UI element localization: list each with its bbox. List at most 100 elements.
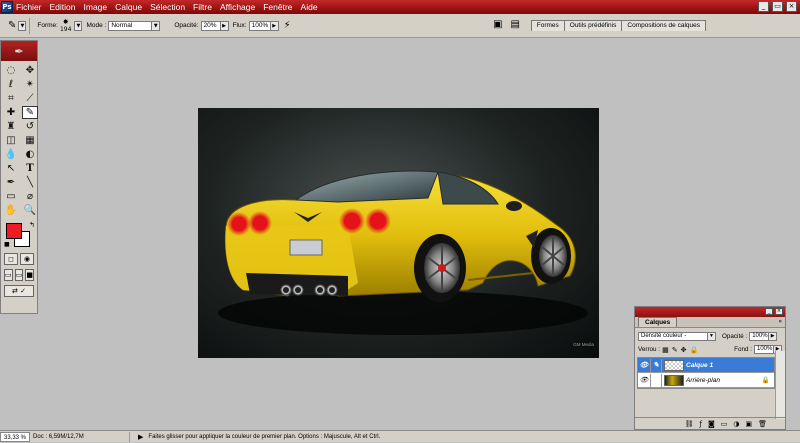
file-browser-icon[interactable]: ▣	[493, 19, 502, 30]
blur-icon[interactable]: 💧	[3, 148, 19, 161]
screen-mode-full-icon[interactable]: ■	[25, 269, 35, 281]
eyedropper-icon[interactable]: ⌀	[22, 190, 38, 203]
opacity-field[interactable]: 20% ▶	[200, 20, 229, 31]
menu-affichage[interactable]: Affichage	[220, 2, 255, 12]
tab-outils-predefinis[interactable]: Outils prédéfinis	[563, 20, 623, 31]
adjustment-layer-icon[interactable]: ◑	[733, 420, 739, 428]
layer-arriere-plan[interactable]: 👁 Arrière-plan 🔒	[638, 373, 774, 388]
layer-opacity-label: Opacité :	[722, 333, 748, 340]
eraser-icon[interactable]: ◫	[3, 134, 19, 147]
lock-transparency-icon[interactable]: ▦	[662, 346, 669, 354]
palette-well-icon[interactable]: ▤	[511, 19, 520, 30]
menu-filtre[interactable]: Filtre	[193, 2, 212, 12]
document-canvas[interactable]: GM Media	[198, 108, 599, 358]
brush-tool-icon[interactable]: ✎	[8, 20, 16, 31]
blend-mode-value: Densité couleur -	[638, 332, 708, 341]
layer-thumbnail	[664, 359, 684, 371]
brush-dropdown[interactable]: ▼	[74, 20, 83, 31]
menu-image[interactable]: Image	[84, 2, 108, 12]
layer-opacity-value[interactable]: 100%	[749, 332, 770, 341]
tab-calques[interactable]: Calques	[638, 317, 678, 327]
panel-menu-icon[interactable]: »	[778, 317, 782, 327]
photoshop-icon[interactable]: Ps	[1, 1, 13, 13]
history-brush-icon[interactable]: ↺	[22, 120, 38, 133]
layer-name: Arrière-plan	[686, 376, 720, 384]
type-icon[interactable]: T	[22, 162, 38, 175]
zoom-level[interactable]: 33,33 %	[0, 431, 31, 442]
eye-icon[interactable]: 👁	[638, 376, 650, 384]
layers-panel-titlebar[interactable]: × _	[635, 307, 785, 317]
notes-icon[interactable]: ▭	[3, 190, 19, 203]
layer-calque-1[interactable]: 👁 ✎ Calque 1	[638, 358, 774, 373]
zoom-icon[interactable]: 🔍	[22, 204, 38, 217]
layer-mask-icon[interactable]: ◙	[708, 420, 715, 428]
default-colors-icon[interactable]: ■	[4, 241, 10, 248]
menu-fenetre[interactable]: Fenêtre	[263, 2, 292, 12]
feather-logo-icon: ✒	[14, 44, 24, 58]
panel-minimize-icon[interactable]: _	[765, 308, 773, 315]
foreground-color-swatch[interactable]	[6, 223, 22, 239]
layers-list: 👁 ✎ Calque 1 👁 Arrière-plan 🔒	[637, 357, 775, 389]
link-layers-icon[interactable]: ⛓	[685, 420, 694, 428]
jump-to-imageready-icon[interactable]: ⇄ ✓	[4, 285, 34, 297]
lock-pixels-icon[interactable]: ✎	[672, 346, 678, 354]
move-icon[interactable]: ✥	[22, 64, 38, 77]
menu-aide[interactable]: Aide	[301, 2, 318, 12]
line-icon[interactable]: ╲	[22, 176, 38, 189]
flux-field[interactable]: 100% ▶	[248, 20, 279, 31]
close-button[interactable]: ×	[786, 1, 797, 12]
tab-formes[interactable]: Formes	[530, 20, 565, 31]
stamp-icon[interactable]: ♜	[3, 120, 19, 133]
healing-icon[interactable]: ✚	[3, 106, 19, 119]
pen-icon[interactable]: ✒	[3, 176, 19, 189]
new-layer-icon[interactable]: ▣	[745, 420, 752, 428]
tool-preset-dropdown[interactable]: ▼	[18, 20, 27, 31]
dodge-icon[interactable]: ◐	[22, 148, 38, 161]
brush-icon[interactable]: ✎	[22, 106, 38, 119]
screen-mode-standard-icon[interactable]: ▭	[4, 269, 13, 281]
blend-mode-select[interactable]: Densité couleur - ▼	[638, 332, 716, 341]
swap-colors-icon[interactable]: ↰	[29, 221, 35, 229]
path-select-icon[interactable]: ↖	[3, 162, 19, 175]
separator	[29, 17, 31, 34]
restore-button[interactable]: ▭	[772, 1, 783, 12]
panel-close-icon[interactable]: ×	[775, 308, 783, 315]
marquee-icon[interactable]: ◌	[3, 64, 19, 77]
fill-value[interactable]: 100%	[754, 345, 774, 354]
lock-row: Verrou : ▦ ✎ ✥ 🔒 Fond : 100% ▶	[635, 343, 785, 356]
toolbox-header[interactable]: ✒	[1, 41, 37, 61]
eye-icon[interactable]: 👁	[638, 361, 650, 369]
menu-fichier[interactable]: Fichier	[16, 2, 42, 12]
chevron-right-icon[interactable]: ▶	[769, 332, 778, 341]
menu-edition[interactable]: Edition	[50, 2, 76, 12]
play-arrow-icon[interactable]: ▶	[138, 433, 143, 441]
minimize-button[interactable]: _	[758, 1, 769, 12]
airbrush-icon[interactable]: ⚡	[284, 20, 291, 31]
standard-mode-icon[interactable]: ◻	[4, 253, 18, 265]
menu-selection[interactable]: Sélection	[150, 2, 185, 12]
flux-label: Flux:	[232, 22, 247, 29]
gradient-icon[interactable]: ▦	[22, 134, 38, 147]
mode-select[interactable]: Normal ▼	[108, 20, 161, 31]
screen-mode-full-menu-icon[interactable]: ▭	[14, 269, 24, 281]
tab-compositions-calques[interactable]: Compositions de calques	[621, 20, 706, 31]
layer-style-icon[interactable]: ƒ	[699, 420, 701, 428]
quick-mask-icon[interactable]: ◉	[20, 253, 34, 265]
new-group-icon[interactable]: ▭	[721, 420, 728, 428]
doc-size[interactable]: Doc : 6,59M/12,7M	[30, 431, 131, 442]
slice-icon[interactable]: ⟋	[22, 92, 38, 105]
layers-scrollbar[interactable]	[775, 351, 785, 419]
magic-wand-icon[interactable]: ✴	[22, 78, 38, 91]
trash-icon[interactable]: 🗑	[758, 420, 767, 428]
crop-icon[interactable]: ⌗	[3, 92, 19, 105]
lasso-icon[interactable]: ℓ	[3, 78, 19, 91]
hand-icon[interactable]: ✋	[3, 204, 19, 217]
layers-panel: × _ Calques » Densité couleur - ▼ Opacit…	[634, 306, 786, 430]
menu-calque[interactable]: Calque	[115, 2, 142, 12]
lock-all-icon[interactable]: 🔒	[689, 346, 698, 354]
link-cell[interactable]	[650, 373, 662, 387]
brush-preview[interactable]: ✸ 194	[60, 18, 71, 33]
brush-link-icon[interactable]: ✎	[650, 358, 662, 372]
opacity-label: Opacité:	[174, 22, 199, 29]
lock-position-icon[interactable]: ✥	[681, 346, 687, 354]
